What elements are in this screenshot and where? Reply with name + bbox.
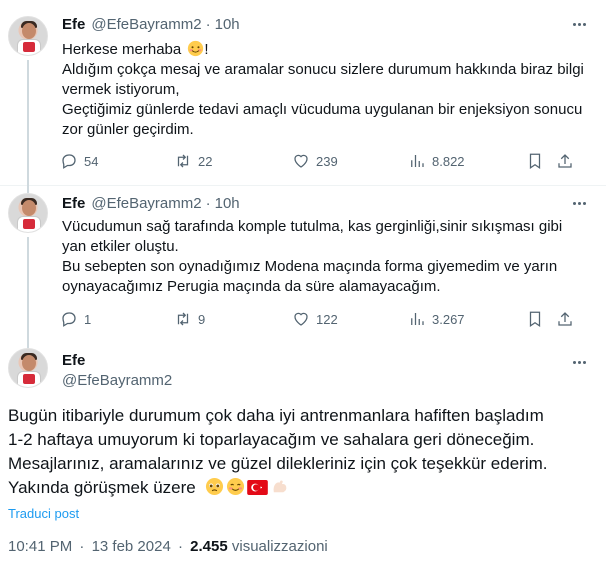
post-metadata: 10:41 PM · 13 feb 2024 · 2.455 visualizz… [8,538,328,555]
pleading-face-emoji-icon [206,477,224,496]
like-button[interactable]: 239 [292,152,338,170]
smiling-face-emoji-icon [188,40,204,57]
repost-icon [177,154,189,168]
author-handle[interactable]: @EfeBayramm2 [91,195,201,212]
separator: · [205,16,211,33]
like-button[interactable]: 122 [292,310,338,328]
tweet-text: Herkese merhaba ! Aldığım çokça mesaj ve… [62,40,586,140]
repost-button[interactable]: 22 [174,152,212,170]
tweet-header: Efe @EfeBayramm2 · 10h [62,16,240,33]
reply-count: 1 [84,311,92,327]
tweet-line: Geçtiğimiz günlerde tedavi amaçlı vücudu… [62,101,583,138]
views-label: visualizzazioni [231,538,328,555]
thread-connector [27,339,29,347]
bookmark-button[interactable] [526,152,544,170]
timestamp[interactable]: 10h [215,195,240,212]
tweet-line: Vücudumun sağ tarafında komple tutulma, … [62,218,563,255]
share-button[interactable] [556,152,574,170]
reply-button[interactable]: 54 [60,152,98,170]
main-tweet-header: Efe @EfeBayramm2 [62,352,172,389]
bookmark-icon [529,311,541,327]
main-tweet-text: Bugün itibariyle durumum çok daha iyi an… [8,404,588,500]
repost-count: 9 [198,311,206,327]
repost-icon [177,312,189,326]
heart-icon [294,312,308,326]
separator: · [177,538,183,555]
tweet-header: Efe @EfeBayramm2 · 10h [62,195,240,212]
like-count: 239 [316,153,338,169]
views-button[interactable]: 8.822 [408,152,465,170]
thread-connector [27,60,29,190]
main-tweet-line: Mesajlarınız, aramalarınız ve güzel dile… [8,454,548,473]
separator: · [79,538,85,555]
views-button[interactable]: 3.267 [408,310,465,328]
author-name[interactable]: Efe [62,195,85,212]
more-options-icon[interactable] [566,14,592,34]
thread-connector [27,237,29,352]
flexed-biceps-emoji-icon [274,480,287,493]
main-tweet-line: 1-2 haftaya umuyorum ki toparlayacağım v… [8,430,535,449]
view-count: 3.267 [432,311,465,327]
bookmark-icon [529,153,541,169]
avatar[interactable] [8,16,48,56]
tweet-line: Herkese merhaba [62,41,182,58]
more-options-icon[interactable] [566,193,592,213]
action-bar: 54 22 239 8.822 [54,150,582,172]
timestamp[interactable]: 10h [215,16,240,33]
share-icon [558,154,572,168]
author-handle[interactable]: @EfeBayramm2 [91,16,201,33]
post-time[interactable]: 10:41 PM [8,538,72,555]
action-bar: 1 9 122 3.267 [54,308,582,330]
views-chart-icon [411,155,424,167]
views-count[interactable]: 2.455 [190,538,228,555]
bookmark-button[interactable] [526,310,544,328]
repost-button[interactable]: 9 [174,310,205,328]
view-count: 8.822 [432,153,465,169]
share-button[interactable] [556,310,574,328]
main-author-handle[interactable]: @EfeBayramm2 [62,372,172,389]
avatar[interactable] [8,193,48,233]
smiling-face-emoji-icon [227,477,245,496]
like-count: 122 [316,311,338,327]
reply-icon [62,154,76,169]
turkey-flag-emoji-icon [247,480,269,495]
more-options-icon[interactable] [566,352,592,372]
main-tweet-line: Yakında görüşmek üzere [8,478,196,497]
tweet-line: Bu sebepten son oynadığımız Modena maçın… [62,258,558,295]
main-avatar[interactable] [8,348,48,388]
thread-tweet-2[interactable]: Efe @EfeBayramm2 · 10h Vücudumun sağ tar… [0,185,606,352]
author-name[interactable]: Efe [62,16,85,33]
thread-connector [27,185,29,193]
share-icon [558,312,572,326]
translate-post-link[interactable]: Traduci post [8,506,79,521]
tweet-line: Aldığım çokça mesaj ve aramalar sonucu s… [62,61,584,98]
heart-icon [294,154,308,168]
tweet-line-suffix: ! [204,41,209,58]
main-tweet-line: Bugün itibariyle durumum çok daha iyi an… [8,406,544,425]
reply-count: 54 [84,153,99,169]
post-date[interactable]: 13 feb 2024 [92,538,171,555]
reply-button[interactable]: 1 [60,310,91,328]
views-chart-icon [411,313,424,325]
repost-count: 22 [198,153,213,169]
main-author-name[interactable]: Efe [62,352,172,369]
reply-icon [62,312,76,327]
separator: · [205,195,211,212]
tweet-text: Vücudumun sağ tarafında komple tutulma, … [62,217,586,297]
thread-tweet-1[interactable]: Efe @EfeBayramm2 · 10h Herkese merhaba !… [0,0,606,190]
